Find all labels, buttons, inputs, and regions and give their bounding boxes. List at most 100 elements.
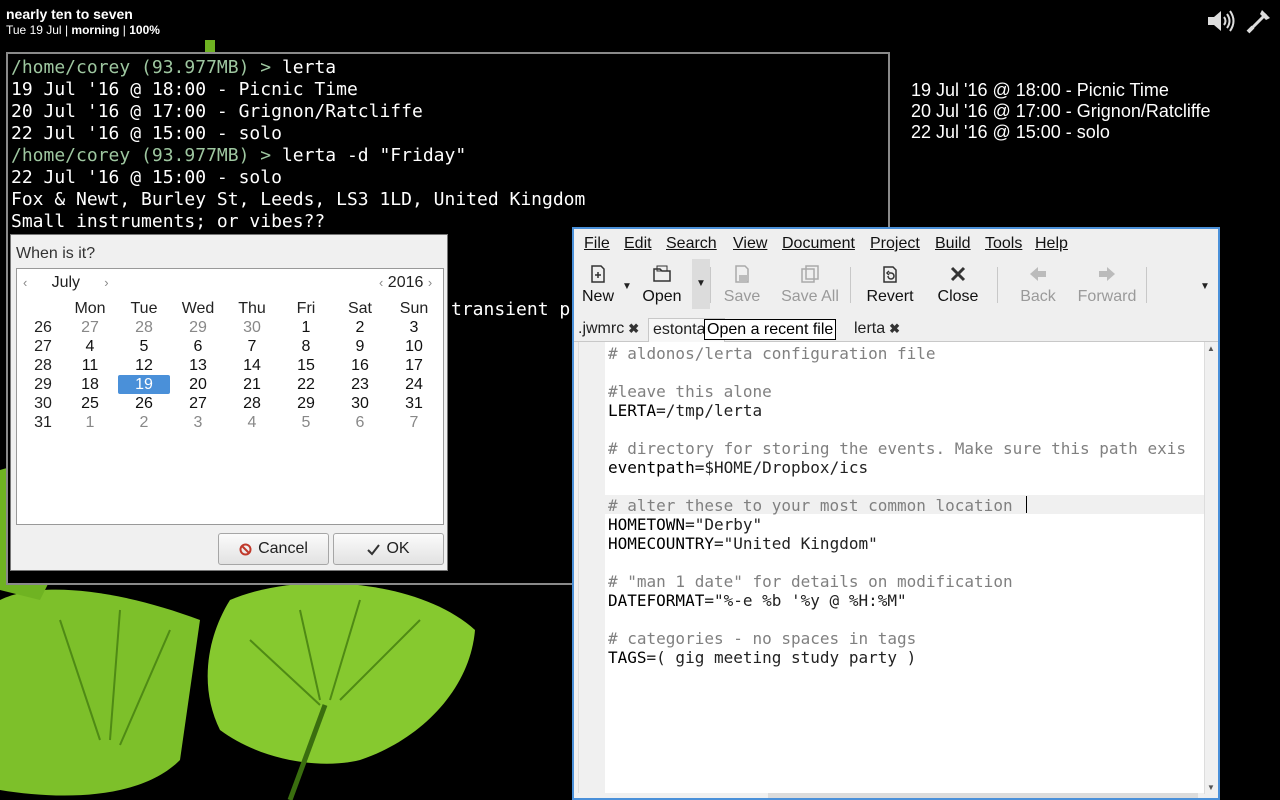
calendar-day[interactable]: 26 (118, 394, 170, 413)
back-button[interactable]: Back (1010, 257, 1066, 313)
calendar-day[interactable]: 1 (280, 318, 332, 337)
calendar-day[interactable]: 12 (118, 356, 170, 375)
tab-close-icon[interactable]: ✖ (628, 321, 639, 336)
calendar-day[interactable]: 28 (118, 318, 170, 337)
menu-document[interactable]: Document (782, 235, 855, 253)
calendar-day[interactable]: 29 (280, 394, 332, 413)
calendar-day[interactable]: 15 (280, 356, 332, 375)
next-year-button[interactable]: › (428, 275, 432, 290)
tab-jwmrc[interactable]: .jwmrc ✖ (578, 318, 639, 341)
horizontal-scrollbar[interactable] (578, 793, 1204, 798)
calendar-day[interactable]: 31 (388, 394, 440, 413)
toolbar-overflow-chevron-icon[interactable]: ▼ (1200, 281, 1210, 292)
calendar-day[interactable]: 9 (334, 337, 386, 356)
prev-year-button[interactable]: ‹ (379, 275, 383, 290)
calendar-day[interactable]: 5 (280, 413, 332, 432)
calendar-day[interactable]: 29 (172, 318, 224, 337)
menu-help[interactable]: Help (1035, 235, 1068, 253)
calendar-day[interactable]: 17 (388, 356, 440, 375)
weekday-header: Sat (347, 300, 372, 317)
weekday-header: Fri (296, 300, 316, 317)
network-icon[interactable] (1246, 8, 1272, 34)
menu-search[interactable]: Search (666, 235, 717, 253)
calendar-day[interactable]: 6 (172, 337, 224, 356)
calendar-day[interactable]: 23 (334, 375, 386, 394)
scroll-up-icon[interactable]: ▲ (1207, 344, 1215, 353)
calendar-day[interactable]: 7 (388, 413, 440, 432)
menu-edit[interactable]: Edit (624, 235, 652, 253)
month-label: July (51, 274, 81, 291)
calendar-day[interactable]: 3 (172, 413, 224, 432)
calendar-day[interactable]: 28 (226, 394, 278, 413)
code-line: eventpath=$HOME/Dropbox/ics (608, 458, 868, 477)
save-all-button[interactable]: Save All (774, 257, 846, 313)
code-value: =$HOME/Dropbox/ics (694, 458, 869, 477)
menu-project[interactable]: Project (870, 235, 920, 253)
calendar-day[interactable]: 30 (334, 394, 386, 413)
back-arrow-icon (1030, 267, 1046, 281)
volume-icon[interactable] (1206, 8, 1236, 34)
new-button[interactable]: New (578, 257, 618, 313)
tab-lerta[interactable]: lerta ✖ (854, 318, 900, 341)
menu-view[interactable]: View (733, 235, 767, 253)
code-editor[interactable]: # aldonos/lerta configuration file #leav… (578, 342, 1205, 794)
calendar-day[interactable]: 18 (64, 375, 116, 394)
calendar-day[interactable]: 16 (334, 356, 386, 375)
calendar-day[interactable]: 2 (334, 318, 386, 337)
toolbar-separator (710, 267, 711, 303)
week-number: 28 (34, 357, 52, 374)
calendar-day[interactable]: 27 (64, 318, 116, 337)
calendar-day-selected[interactable]: 19 (118, 375, 170, 394)
save-label: Save (723, 288, 761, 305)
calendar-day[interactable]: 1 (64, 413, 116, 432)
calendar-day[interactable]: 25 (64, 394, 116, 413)
calendar-day[interactable]: 30 (226, 318, 278, 337)
week-number: 31 (34, 414, 52, 431)
calendar-day[interactable]: 6 (334, 413, 386, 432)
cancel-button[interactable]: Cancel (218, 533, 329, 565)
revert-button[interactable]: Revert (862, 257, 918, 313)
code-line: # categories - no spaces in tags (608, 629, 917, 648)
new-dropdown-chevron-icon[interactable]: ▼ (622, 281, 632, 292)
save-all-icon (801, 265, 819, 283)
menu-label: Build (935, 235, 971, 252)
vertical-scrollbar[interactable]: ▲ ▼ (1204, 342, 1218, 794)
calendar-day[interactable]: 3 (388, 318, 440, 337)
calendar-day[interactable]: 11 (64, 356, 116, 375)
calendar-day[interactable]: 14 (226, 356, 278, 375)
save-button[interactable]: Save (718, 257, 766, 313)
open-recent-chevron-icon[interactable]: ▼ (692, 259, 710, 309)
tab-close-icon[interactable]: ✖ (889, 321, 900, 336)
calendar-day[interactable]: 5 (118, 337, 170, 356)
recent-file-tooltip: Open a recent file (704, 319, 837, 340)
close-icon (950, 266, 966, 282)
calendar-day[interactable]: 27 (172, 394, 224, 413)
calendar-day[interactable]: 22 (280, 375, 332, 394)
scroll-down-icon[interactable]: ▼ (1207, 783, 1215, 792)
calendar-day[interactable]: 21 (226, 375, 278, 394)
code-line: # "man 1 date" for details on modificati… (608, 572, 1013, 591)
calendar-day[interactable]: 10 (388, 337, 440, 356)
menu-build[interactable]: Build (935, 235, 971, 253)
forward-button[interactable]: Forward (1072, 257, 1142, 313)
next-month-button[interactable]: › (104, 275, 108, 290)
prev-month-button[interactable]: ‹ (23, 275, 27, 290)
open-button[interactable]: Open (638, 257, 686, 313)
calendar-day[interactable]: 13 (172, 356, 224, 375)
calendar-day[interactable]: 4 (64, 337, 116, 356)
ok-button[interactable]: OK (333, 533, 444, 565)
calendar-day[interactable]: 8 (280, 337, 332, 356)
calendar-day[interactable]: 2 (118, 413, 170, 432)
close-button[interactable]: Close (932, 257, 984, 313)
calendar-day[interactable]: 7 (226, 337, 278, 356)
horizontal-scrollbar-thumb[interactable] (768, 793, 1198, 798)
code-value: ="Derby" (685, 515, 763, 534)
weekday-header: Thu (238, 300, 266, 317)
calendar-day[interactable]: 24 (388, 375, 440, 394)
menu-file[interactable]: File (584, 235, 610, 253)
menu-bar: File Edit Search View Document Project B… (574, 229, 1218, 257)
clock-sep: | (122, 23, 126, 37)
menu-tools[interactable]: Tools (985, 235, 1022, 253)
calendar-day[interactable]: 20 (172, 375, 224, 394)
calendar-day[interactable]: 4 (226, 413, 278, 432)
